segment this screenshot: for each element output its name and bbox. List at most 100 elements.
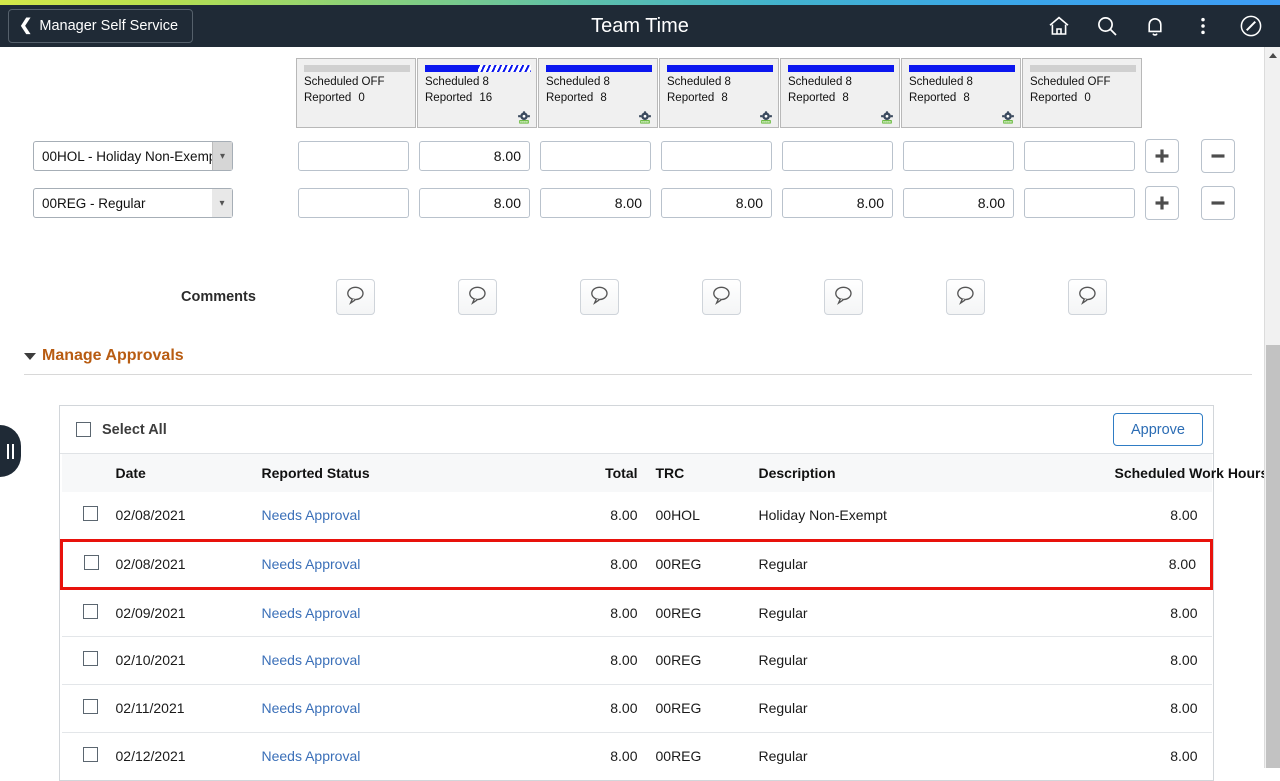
day-summary-card[interactable]: Scheduled 8 Reported 8: [659, 58, 779, 128]
navbar-compass-icon[interactable]: [1238, 13, 1264, 39]
table-row[interactable]: 02/08/2021 Needs Approval 8.00 00HOL Holiday…: [62, 492, 1212, 540]
comment-button[interactable]: [946, 279, 985, 315]
day-reported-row: Reported 0: [1030, 92, 1134, 104]
cell-description: Regular: [748, 635, 1109, 684]
cell-scheduled-work-hours: 8.00: [1170, 604, 1198, 621]
hours-input[interactable]: [903, 141, 1014, 171]
hours-input[interactable]: 8.00: [903, 188, 1014, 218]
manage-approvals-section-header[interactable]: Manage Approvals: [24, 347, 1252, 375]
remove-trc-row-button[interactable]: [1201, 139, 1235, 173]
trc-select[interactable]: 00REG - Regular ▾: [33, 188, 233, 218]
day-progress-fill: [909, 65, 1015, 72]
row-checkbox[interactable]: [83, 555, 99, 570]
row-checkbox[interactable]: [83, 747, 98, 763]
reported-status-link[interactable]: Needs Approval: [262, 605, 361, 621]
add-trc-row-button[interactable]: [1145, 186, 1179, 220]
comment-button[interactable]: [458, 279, 497, 315]
table-row[interactable]: 02/10/2021 Needs Approval 8.00 00REG Regular…: [61, 635, 1212, 684]
left-panel-toggle-handle[interactable]: [0, 425, 21, 477]
back-button-label: Manager Self Service: [39, 18, 179, 34]
add-trc-row-button[interactable]: [1145, 139, 1179, 173]
column-header-trc: TRC: [643, 454, 749, 492]
comment-button[interactable]: [336, 279, 375, 315]
cell-description: Regular: [748, 538, 1109, 590]
hours-input[interactable]: 8.00: [540, 188, 651, 218]
hours-input[interactable]: 8.00: [419, 141, 530, 171]
hours-input[interactable]: [1024, 188, 1135, 218]
hours-input[interactable]: [540, 141, 651, 171]
cell-reported-status: Needs Approval: [255, 538, 566, 590]
day-summary-card[interactable]: Scheduled 8 Reported 8: [780, 58, 900, 128]
back-to-manager-self-service-button[interactable]: ❮ Manager Self Service: [8, 9, 194, 43]
vertical-scrollbar[interactable]: [1264, 47, 1280, 768]
manage-approvals-title[interactable]: Manage Approvals: [42, 347, 184, 365]
cell-total: 8.00: [610, 507, 638, 524]
select-all-checkbox[interactable]: [76, 422, 91, 437]
chevron-left-icon: ❮: [19, 17, 33, 34]
day-summary-card[interactable]: Scheduled 8 Reported 8: [538, 58, 658, 128]
reported-status-link[interactable]: Needs Approval: [262, 700, 361, 716]
day-summary-card-list: Scheduled OFF Reported 0 Scheduled 8 Reporte…: [296, 58, 1142, 128]
schedule-settings-gear-icon[interactable]: [638, 111, 652, 124]
reported-status-link[interactable]: Needs Approval: [262, 507, 361, 523]
comment-button[interactable]: [580, 279, 619, 315]
page-content: Scheduled OFF Reported 0 Scheduled 8 Reporte…: [0, 47, 1268, 781]
cell-reported-status: Needs Approval: [255, 635, 566, 684]
row-checkbox[interactable]: [83, 506, 98, 522]
table-row[interactable]: 02/12/2021 Needs Approval 8.00 00REG Regular…: [61, 731, 1212, 780]
hours-input[interactable]: 8.00: [782, 188, 893, 218]
search-icon[interactable]: [1094, 13, 1120, 39]
remove-trc-row-button[interactable]: [1201, 186, 1235, 220]
day-reported-row: Reported 16: [425, 92, 529, 104]
speech-bubble-icon: [345, 285, 366, 310]
hours-input[interactable]: [661, 141, 772, 171]
day-summary-card[interactable]: Scheduled 8 Reported 16: [417, 58, 537, 128]
table-row[interactable]: 02/08/2021 Needs Approval 8.00 00REG Regular…: [60, 538, 1213, 590]
day-progress-fill: [546, 65, 652, 72]
hours-input[interactable]: 8.00: [419, 188, 530, 218]
table-row[interactable]: 02/11/2021 Needs Approval 8.00 00REG Regular…: [61, 683, 1212, 732]
chevron-down-icon[interactable]: [24, 352, 36, 360]
chevron-down-icon[interactable]: ▾: [212, 189, 232, 217]
day-summary-card[interactable]: Scheduled OFF Reported 0: [1022, 58, 1142, 128]
table-row[interactable]: 02/09/2021 Needs Approval 8.00 00REG Regular…: [62, 588, 1212, 636]
hours-input[interactable]: [1024, 141, 1135, 171]
comment-button[interactable]: [824, 279, 863, 315]
row-select-checkbox-cell: [61, 683, 110, 732]
approve-button[interactable]: Approve: [1113, 413, 1203, 446]
row-checkbox[interactable]: [83, 651, 98, 666]
home-icon[interactable]: [1046, 13, 1072, 39]
trc-select-label: 00REG - Regular: [42, 195, 146, 211]
chevron-down-icon[interactable]: ▾: [212, 142, 232, 170]
reported-status-link[interactable]: Needs Approval: [262, 748, 361, 764]
notifications-bell-icon[interactable]: [1142, 13, 1168, 39]
schedule-settings-gear-icon[interactable]: [517, 111, 531, 124]
schedule-settings-gear-icon[interactable]: [1001, 111, 1015, 124]
hours-input[interactable]: [782, 141, 893, 171]
reported-status-link[interactable]: Needs Approval: [262, 556, 361, 572]
trc-select[interactable]: 00HOL - Holiday Non-Exempt ▾: [33, 141, 233, 171]
row-checkbox[interactable]: [83, 699, 98, 714]
day-reported-value: 0: [1084, 92, 1091, 104]
comment-button[interactable]: [1068, 279, 1107, 315]
day-scheduled-label: Scheduled 8: [546, 76, 610, 88]
day-summary-card[interactable]: Scheduled 8 Reported 8: [901, 58, 1021, 128]
hours-input[interactable]: 8.00: [661, 188, 772, 218]
comment-button[interactable]: [702, 279, 741, 315]
actions-menu-icon[interactable]: [1190, 13, 1216, 39]
hours-input[interactable]: [298, 188, 409, 218]
reported-status-link[interactable]: Needs Approval: [262, 652, 361, 668]
cell-total: 8.00: [565, 683, 644, 732]
day-scheduled-label: Scheduled 8: [788, 76, 852, 88]
cell-scheduled-work-hours: 8.00: [1108, 538, 1213, 590]
day-reported-label: Reported: [304, 92, 352, 104]
schedule-settings-gear-icon[interactable]: [880, 111, 894, 124]
day-reported-row: Reported 8: [667, 92, 771, 104]
day-summary-card[interactable]: Scheduled OFF Reported 0: [296, 58, 416, 128]
column-header-description: Description: [748, 454, 1109, 492]
hours-input[interactable]: [298, 141, 409, 171]
row-checkbox[interactable]: [83, 603, 98, 619]
scroll-up-arrow-icon[interactable]: [1265, 47, 1280, 64]
scrollbar-thumb[interactable]: [1266, 345, 1280, 768]
schedule-settings-gear-icon[interactable]: [759, 111, 773, 124]
